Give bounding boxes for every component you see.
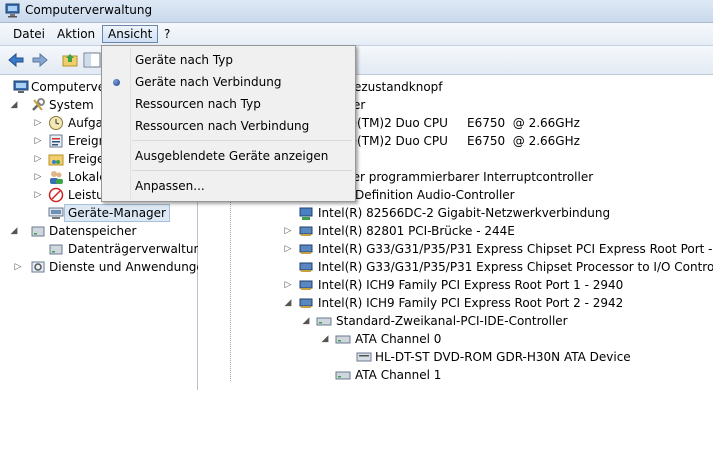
tree-label: Leistu <box>68 188 104 202</box>
expand-arrow-icon[interactable]: ▷ <box>284 276 292 294</box>
expand-arrow-icon[interactable]: ▷ <box>14 258 22 276</box>
menu-item-ressourcen-nach-verbindung[interactable]: Ressourcen nach Verbindung <box>135 116 309 136</box>
device-label: rter programmierbarer Interruptcontrolle… <box>343 170 594 184</box>
menu-item-anpassen[interactable]: Anpassen... <box>135 176 205 196</box>
collapse-arrow-icon[interactable]: ◢ <box>284 294 292 312</box>
menu-item-geraete-nach-typ[interactable]: Geräte nach Typ <box>135 50 233 70</box>
title-bar: Computerverwaltung <box>0 0 713 23</box>
network-adapter-icon <box>299 207 313 220</box>
tree-label: Datenträgerverwaltung <box>68 242 209 256</box>
tools-icon <box>32 98 45 111</box>
tree-label: System <box>49 98 94 112</box>
expand-arrow-icon[interactable]: ▷ <box>34 114 42 132</box>
device-label: Intel(R) ICH9 Family PCI Express Root Po… <box>318 296 624 310</box>
event-viewer-icon <box>49 134 63 148</box>
device-manager-icon <box>48 207 64 219</box>
window-title: Computerverwaltung <box>25 3 153 17</box>
tree-label: Aufga <box>68 116 104 130</box>
menu-aktion[interactable]: Aktion <box>52 26 100 42</box>
pci-bridge-icon <box>299 226 313 236</box>
menu-bar: Datei Aktion Ansicht ? <box>0 23 713 46</box>
menu-help[interactable]: ? <box>159 26 175 42</box>
device-label: ATA Channel 1 <box>355 368 442 382</box>
clock-icon <box>49 116 63 130</box>
chipset-icon <box>299 262 313 272</box>
show-hide-console-tree-icon[interactable] <box>82 50 102 70</box>
device-label: Intel(R) 82566DC-2 Gigabit-Netzwerkverbi… <box>318 206 611 220</box>
ata-channel-icon <box>335 335 351 344</box>
dvd-drive-icon <box>356 352 372 362</box>
pci-port-icon <box>299 280 313 290</box>
device-label: Intel(R) G33/G31/P35/P31 Express Chipset… <box>318 260 713 274</box>
collapse-arrow-icon[interactable]: ◢ <box>321 330 329 348</box>
performance-icon <box>48 187 64 203</box>
computer-management-window: Computerverwaltung Datei Aktion Ansicht … <box>0 0 713 390</box>
device-label: re(TM)2 Duo CPU E6750 @ 2.66GHz <box>345 116 580 130</box>
tree-label: Computerver <box>31 80 111 94</box>
device-row[interactable]: re(TM)2 Duo CPU E6750 @ 2.66GHz <box>345 114 580 132</box>
menu-separator <box>132 170 352 171</box>
expand-arrow-icon[interactable]: ▷ <box>34 168 42 186</box>
menu-datei[interactable]: Datei <box>8 26 50 42</box>
device-label: Definition Audio-Controller <box>355 188 515 202</box>
back-arrow-icon[interactable] <box>6 50 26 70</box>
tree-label: Dienste und Anwendungen <box>49 260 212 274</box>
expand-arrow-icon[interactable]: ▷ <box>284 240 292 258</box>
menu-item-ausgeblendete-geraete-anzeigen[interactable]: Ausgeblendete Geräte anzeigen <box>135 146 328 166</box>
forward-arrow-icon[interactable] <box>30 50 50 70</box>
ansicht-dropdown-menu: Geräte nach Typ Geräte nach Verbindung R… <box>101 45 356 202</box>
collapse-arrow-icon[interactable]: ◢ <box>302 312 310 330</box>
computer-management-icon <box>5 3 20 18</box>
device-label: giezustandknopf <box>343 80 443 94</box>
menu-ansicht[interactable]: Ansicht <box>102 25 159 43</box>
ide-controller-icon <box>316 317 332 326</box>
device-row[interactable]: giezustandknopf <box>343 78 443 96</box>
menu-item-geraete-nach-verbindung[interactable]: Geräte nach Verbindung <box>135 72 281 92</box>
tree-label: Datenspeicher <box>49 224 137 238</box>
menu-item-ressourcen-nach-typ[interactable]: Ressourcen nach Typ <box>135 94 261 114</box>
expand-arrow-icon[interactable]: ▷ <box>34 132 42 150</box>
radio-selected-icon <box>113 79 120 86</box>
device-label: Intel(R) 82801 PCI-Brücke - 244E <box>318 224 515 238</box>
device-row[interactable]: Definition Audio-Controller <box>355 186 515 204</box>
expand-arrow-icon[interactable]: ▷ <box>34 186 42 204</box>
device-label: Intel(R) G33/G31/P35/P31 Express Chipset… <box>318 242 713 256</box>
menu-separator <box>132 140 352 141</box>
device-row[interactable]: rter programmierbarer Interruptcontrolle… <box>343 168 593 186</box>
users-icon <box>50 171 63 184</box>
device-label: re(TM)2 Duo CPU E6750 @ 2.66GHz <box>345 134 580 148</box>
menu-gutter <box>130 48 131 199</box>
tree-guide-line <box>230 201 231 381</box>
device-label: Standard-Zweikanal-PCI-IDE-Controller <box>336 314 568 328</box>
pci-port-icon <box>299 244 313 254</box>
device-label: HL-DT-ST DVD-ROM GDR-H30N ATA Device <box>375 350 631 364</box>
tree-label: Geräte-Manager <box>64 204 170 222</box>
pci-port-icon <box>299 298 313 308</box>
ata-channel-icon <box>335 371 351 380</box>
tree-label: Freige <box>68 152 105 166</box>
services-icon <box>31 261 45 273</box>
expand-arrow-icon[interactable]: ▷ <box>34 150 42 168</box>
expand-arrow-icon[interactable]: ▷ <box>284 222 292 240</box>
storage-icon <box>31 226 45 237</box>
device-label: ATA Channel 0 <box>355 332 442 346</box>
up-folder-icon[interactable] <box>60 50 80 70</box>
computer-icon <box>13 80 29 93</box>
device-label: Intel(R) ICH9 Family PCI Express Root Po… <box>318 278 624 292</box>
collapse-arrow-icon[interactable]: ◢ <box>10 96 18 114</box>
collapse-arrow-icon[interactable]: ◢ <box>10 222 18 240</box>
device-row[interactable]: re(TM)2 Duo CPU E6750 @ 2.66GHz <box>345 132 580 150</box>
shared-folder-icon <box>48 154 64 166</box>
disk-management-icon <box>49 244 63 255</box>
